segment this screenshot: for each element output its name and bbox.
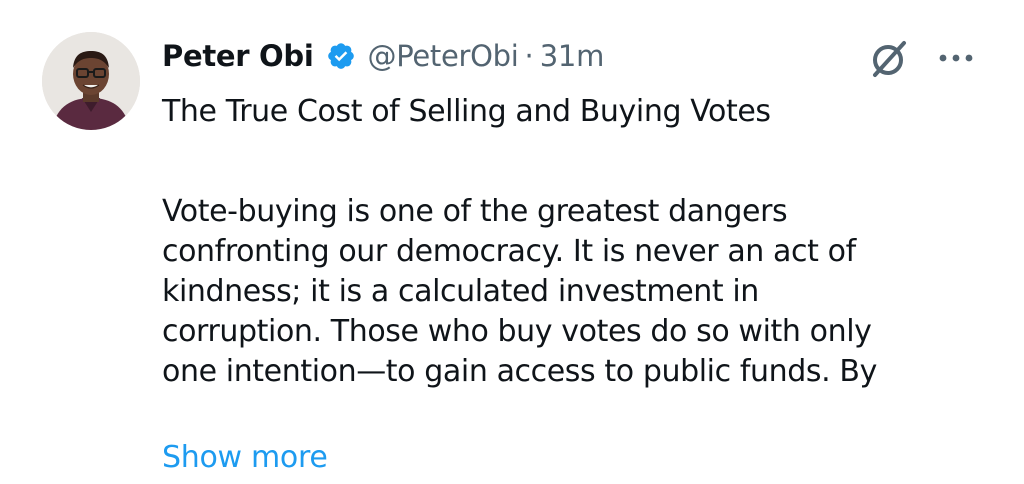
tweet-header: Peter Obi @PeterObi · 31m bbox=[162, 33, 604, 79]
body-line: one intention—to gain access to public f… bbox=[162, 354, 877, 389]
more-options-icon[interactable] bbox=[934, 38, 978, 78]
grok-icon[interactable] bbox=[866, 36, 912, 82]
verified-badge-icon[interactable] bbox=[326, 41, 356, 71]
avatar[interactable] bbox=[42, 32, 140, 130]
timestamp[interactable]: 31m bbox=[540, 39, 605, 73]
show-more-link[interactable]: Show more bbox=[162, 438, 328, 478]
body-line: kindness; it is a calculated investment … bbox=[162, 274, 759, 309]
author-handle[interactable]: @PeterObi bbox=[368, 39, 519, 73]
body-line: corruption. Those who buy votes do so wi… bbox=[162, 314, 872, 349]
avatar-image bbox=[42, 32, 140, 130]
tweet-title: The True Cost of Selling and Buying Vote… bbox=[162, 94, 771, 129]
separator-dot: · bbox=[524, 39, 534, 73]
tweet-body: The True Cost of Selling and Buying Vote… bbox=[162, 92, 1002, 392]
body-line: Vote-buying is one of the greatest dange… bbox=[162, 194, 788, 229]
body-line: confronting our democracy. It is never a… bbox=[162, 234, 856, 269]
author-name[interactable]: Peter Obi bbox=[162, 39, 314, 73]
